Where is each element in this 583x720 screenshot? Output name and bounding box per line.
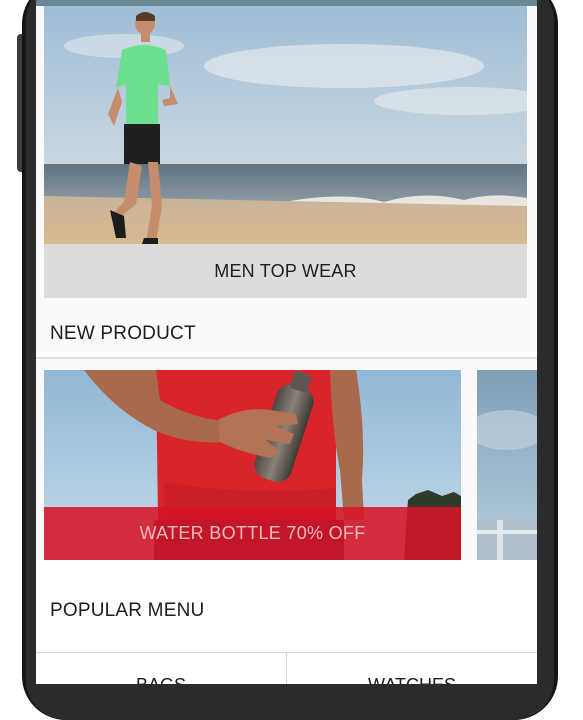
- hero-image[interactable]: [44, 6, 527, 244]
- hero-caption[interactable]: MEN TOP WEAR: [44, 244, 527, 298]
- product-card[interactable]: WATER BOTTLE 70% OFF: [44, 370, 461, 560]
- next-product-photo: [477, 370, 537, 560]
- next-product-card[interactable]: [477, 370, 537, 560]
- popular-menu-grid: BAGS WATCHES: [36, 652, 537, 684]
- popular-menu-title: POPULAR MENU: [50, 600, 205, 621]
- menu-item-label: WATCHES: [368, 675, 456, 684]
- menu-item-bags[interactable]: BAGS: [36, 653, 286, 684]
- section-divider: [36, 357, 537, 359]
- new-product-title: NEW PRODUCT: [50, 323, 196, 344]
- menu-item-watches[interactable]: WATCHES: [287, 653, 537, 684]
- hero-photo: [44, 6, 527, 244]
- app-screen: MEN TOP WEAR NEW PRODUCT WATER BOTTLE 70…: [36, 0, 537, 684]
- menu-item-label: BAGS: [136, 675, 186, 684]
- product-promo-banner[interactable]: WATER BOTTLE 70% OFF: [44, 507, 461, 560]
